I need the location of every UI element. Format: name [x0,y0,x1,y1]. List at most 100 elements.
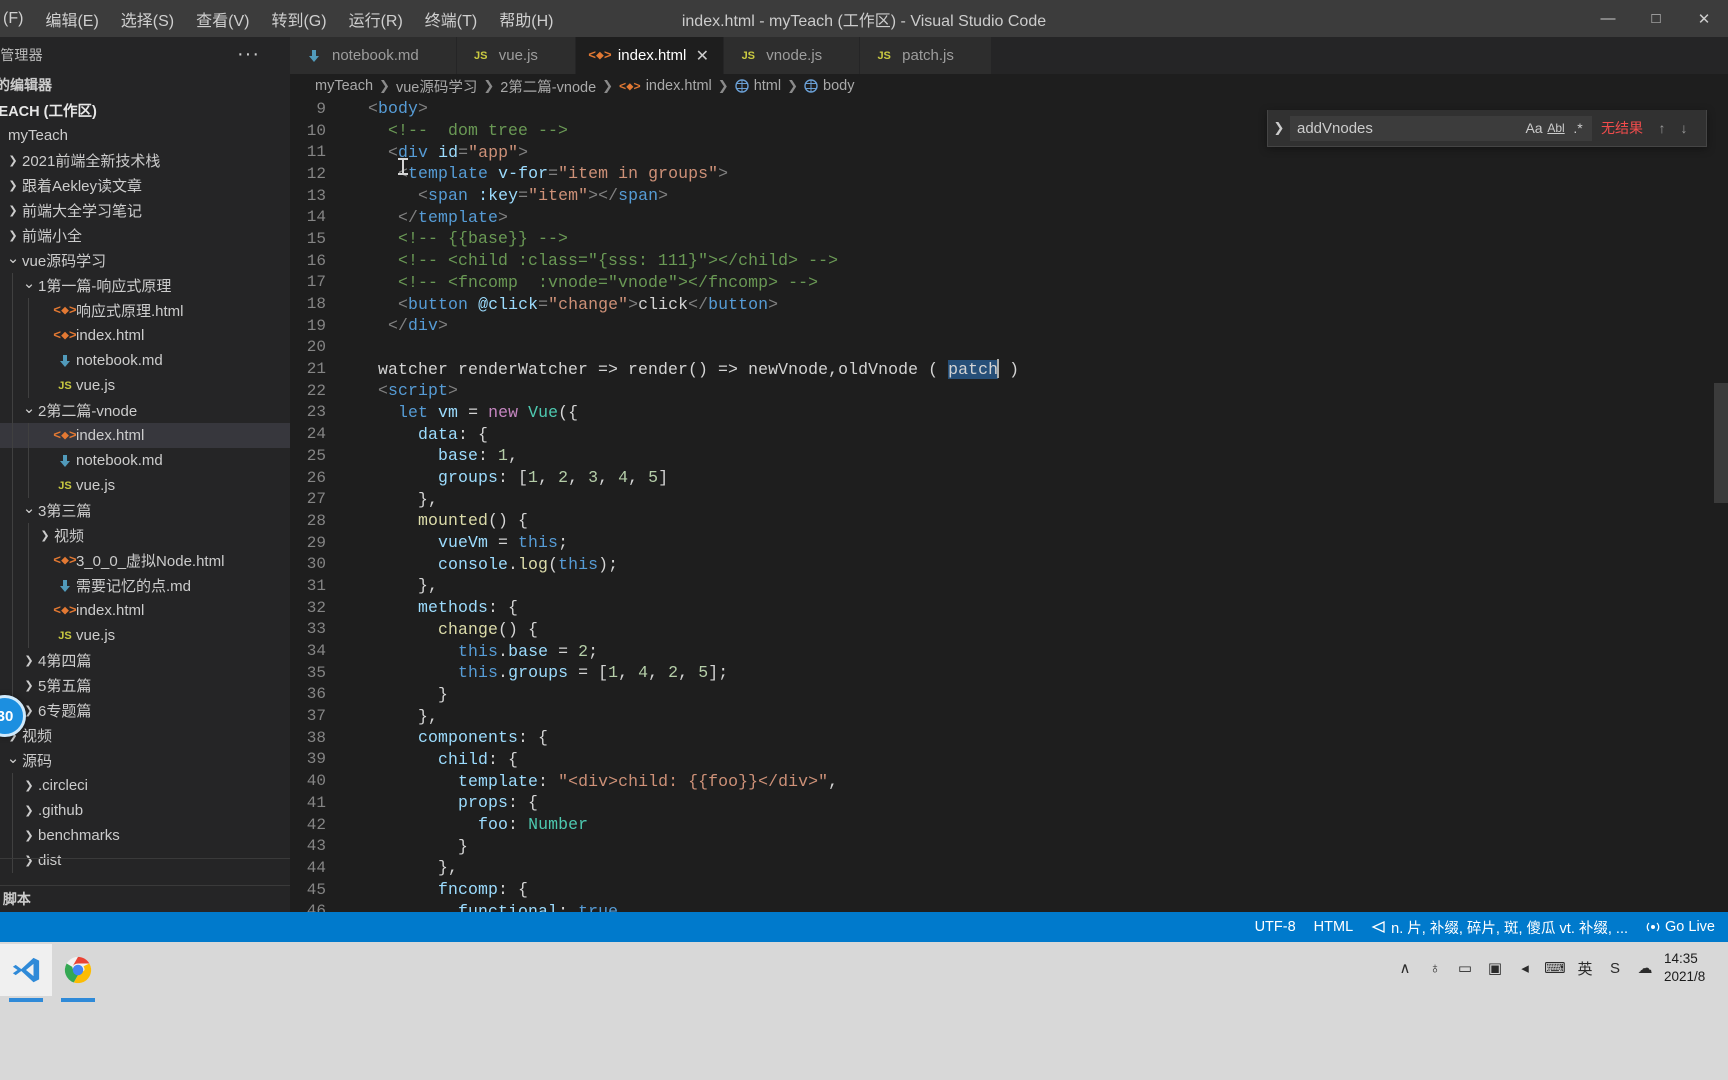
chevron-down-icon[interactable]: ⌄ [4,749,22,767]
tree-item[interactable]: JS vue.js [0,473,290,498]
chevron-right-icon[interactable]: ❯ [4,229,22,242]
code-line[interactable]: 12 <template v-for="item in groups"> [290,163,1728,185]
code-line[interactable]: 44 }, [290,857,1728,879]
match-case-icon[interactable]: Aa [1523,118,1545,139]
tree-item[interactable]: ⌄ 源码 [0,748,290,773]
battery-icon[interactable]: ▭ [1450,946,1480,990]
close-button[interactable]: ✕ [1680,0,1728,37]
maximize-button[interactable]: □ [1632,0,1680,37]
code-line[interactable]: 13 <span :key="item"></span> [290,185,1728,207]
volume-icon[interactable]: ◂ [1510,946,1540,990]
outline-panel-header[interactable]: 纲 [0,859,290,885]
chevron-right-icon[interactable]: ❯ [4,204,22,217]
code-editor[interactable]: 9 <body> 10 <!-- dom tree --> 11 <div id="… [290,98,1728,912]
chevron-right-icon[interactable]: ❯ [20,804,38,817]
tree-item[interactable]: ❯ 前端大全学习笔记 [0,198,290,223]
find-next-icon[interactable]: ↓ [1673,120,1695,136]
tree-item[interactable]: <◆> index.html [0,423,290,448]
code-line[interactable]: 15 <!-- {{base}} --> [290,228,1728,250]
editor-scrollbar[interactable] [1714,383,1728,503]
tree-item[interactable]: ⌄ vue源码学习 [0,248,290,273]
code-line[interactable]: 43 } [290,835,1728,857]
editor-tab[interactable]: JS vue.js [456,37,576,74]
code-line[interactable]: 40 template: "<div>child: {{foo}}</div>"… [290,770,1728,792]
menu-item-3[interactable]: 查看(V) [185,3,260,35]
status-language-mode[interactable]: HTML [1305,912,1362,942]
whole-word-icon[interactable]: Abl [1545,118,1567,139]
code-line[interactable]: 34 this.base = 2; [290,640,1728,662]
tree-item[interactable]: <◆> index.html [0,323,290,348]
tree-item[interactable]: ⌄ 3第三篇 [0,498,290,523]
open-editors-section[interactable]: 开的编辑器 [0,72,290,98]
menu-item-6[interactable]: 终端(T) [414,3,488,35]
code-line[interactable]: 19 </div> [290,315,1728,337]
breadcrumb-item[interactable]: vue源码学习 [396,76,477,97]
menu-item-0[interactable]: (F) [0,6,34,32]
tree-item[interactable]: <◆> 3_0_0_虚拟Node.html [0,548,290,573]
tree-item[interactable]: ❯ 4第四篇 [0,648,290,673]
tree-item[interactable]: ❯ 视频 [0,523,290,548]
editor-tab[interactable]: notebook.md [290,37,457,74]
code-line[interactable]: 41 props: { [290,792,1728,814]
chevron-down-icon[interactable]: ⌄ [4,249,22,267]
chrome-taskbar-icon[interactable] [52,944,104,1002]
tree-root-myteach[interactable]: myTeach [0,123,290,148]
editor-tab[interactable]: JS vnode.js [724,37,861,74]
vscode-taskbar-icon[interactable] [0,944,52,1002]
code-line[interactable]: 23 let vm = new Vue({ [290,402,1728,424]
menu-item-7[interactable]: 帮助(H) [488,3,564,35]
keyboard-icon[interactable]: ⌨ [1540,946,1570,990]
code-line[interactable]: 26 groups: [1, 2, 3, 4, 5] [290,467,1728,489]
onedrive-icon[interactable]: ☁ [1630,946,1660,990]
taskbar-clock[interactable]: 14:35 2021/8 [1660,946,1728,990]
tree-item[interactable]: notebook.md [0,448,290,473]
breadcrumb-item[interactable]: body [804,78,854,94]
editor-tab[interactable]: JS patch.js [860,37,992,74]
toggle-replace-icon[interactable]: ❯ [1268,120,1290,136]
code-line[interactable]: 45 fncomp: { [290,879,1728,901]
chevron-right-icon[interactable]: ❯ [20,679,38,692]
tree-item[interactable]: ❯ benchmarks [0,823,290,848]
workspace-root-label[interactable]: YTEACH (工作区) [0,98,290,123]
microphone-icon[interactable]: ♁ [1420,946,1450,990]
tree-item[interactable]: ⌄ 1第一篇-响应式原理 [0,273,290,298]
display-icon[interactable]: ▣ [1480,946,1510,990]
code-line[interactable]: 37 }, [290,705,1728,727]
menu-item-4[interactable]: 转到(G) [260,3,337,35]
status-go-live[interactable]: Go Live [1637,912,1724,942]
code-line[interactable]: 46 functional: true, [290,900,1728,912]
tree-item[interactable]: ❯ 视频 [0,723,290,748]
tree-item[interactable]: 需要记忆的点.md [0,573,290,598]
chevron-down-icon[interactable]: ⌄ [20,399,38,417]
find-previous-icon[interactable]: ↑ [1651,120,1673,136]
tab-close-icon[interactable]: ✕ [693,46,711,66]
chevron-right-icon[interactable]: ❯ [4,154,22,167]
tree-item[interactable]: ❯ .github [0,798,290,823]
minimize-button[interactable]: — [1584,0,1632,37]
code-line[interactable]: 39 child: { [290,749,1728,771]
code-line[interactable]: 33 change() { [290,619,1728,641]
menu-item-5[interactable]: 运行(R) [338,3,414,35]
code-line[interactable]: 20 [290,337,1728,359]
breadcrumb-item[interactable]: <◆> index.html [619,78,712,94]
code-line[interactable]: 30 console.log(this); [290,553,1728,575]
tree-item[interactable]: JS vue.js [0,373,290,398]
code-line[interactable]: 25 base: 1, [290,445,1728,467]
menu-item-2[interactable]: 选择(S) [110,3,185,35]
code-line[interactable]: 29 vueVm = this; [290,532,1728,554]
code-content[interactable]: 9 <body> 10 <!-- dom tree --> 11 <div id="… [290,98,1728,912]
tree-item[interactable]: ❯ 2021前端全新技术栈 [0,148,290,173]
menu-item-1[interactable]: 编辑(E) [34,3,109,35]
tree-item[interactable]: ❯ .circleci [0,773,290,798]
tree-item[interactable]: ❯ 跟着Aekley读文章 [0,173,290,198]
tree-item[interactable]: JS vue.js [0,623,290,648]
chevron-right-icon[interactable]: ❯ [4,179,22,192]
tree-item[interactable]: ❯ 5第五篇 [0,673,290,698]
code-line[interactable]: 21 watcher renderWatcher => render() => … [290,358,1728,380]
code-line[interactable]: 42 foo: Number [290,814,1728,836]
code-line[interactable]: 17 <!-- <fncomp :vnode="vnode"></fncomp>… [290,272,1728,294]
code-line[interactable]: 32 methods: { [290,597,1728,619]
code-line[interactable]: 35 this.groups = [1, 4, 2, 5]; [290,662,1728,684]
tree-item[interactable]: notebook.md [0,348,290,373]
code-line[interactable]: 31 }, [290,575,1728,597]
